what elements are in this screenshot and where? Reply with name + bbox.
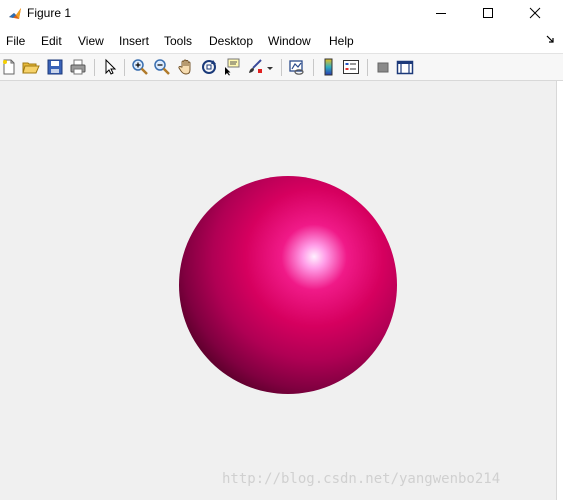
zoom-in-icon[interactable] xyxy=(131,58,149,76)
link-plot-icon[interactable] xyxy=(288,58,306,76)
dock-arrow-icon[interactable] xyxy=(545,34,555,47)
menu-view[interactable]: View xyxy=(77,33,105,49)
sphere-surface[interactable] xyxy=(178,175,398,395)
toolbar-separator xyxy=(124,59,125,76)
toolbar-separator xyxy=(313,59,314,76)
figure-toolbar xyxy=(0,53,563,81)
menu-help[interactable]: Help xyxy=(328,33,355,49)
figure-window: Figure 1 File Edit View Insert Tools Des… xyxy=(0,0,563,500)
menu-window[interactable]: Window xyxy=(267,33,312,49)
menu-desktop[interactable]: Desktop xyxy=(208,33,254,49)
pan-hand-icon[interactable] xyxy=(177,58,195,76)
minimize-icon xyxy=(436,13,446,14)
matlab-icon xyxy=(8,6,22,20)
hide-plot-tools-icon[interactable] xyxy=(374,58,392,76)
menu-edit[interactable]: Edit xyxy=(40,33,63,49)
insert-colorbar-icon[interactable] xyxy=(320,58,338,76)
title-bar[interactable]: Figure 1 xyxy=(0,0,563,26)
open-file-icon[interactable] xyxy=(22,58,40,76)
data-cursor-icon[interactable] xyxy=(223,58,241,76)
save-icon[interactable] xyxy=(46,58,64,76)
watermark-text: http://blog.csdn.net/yangwenbo214 xyxy=(222,471,501,487)
brush-icon[interactable] xyxy=(246,58,264,76)
maximize-button[interactable] xyxy=(465,0,511,26)
edit-plot-pointer-icon[interactable] xyxy=(101,58,119,76)
window-title: Figure 1 xyxy=(27,6,72,20)
print-icon[interactable] xyxy=(69,58,87,76)
toolbar-separator xyxy=(281,59,282,76)
show-plot-tools-icon[interactable] xyxy=(396,58,414,76)
toolbar-separator xyxy=(367,59,368,76)
new-figure-icon[interactable] xyxy=(0,58,18,76)
insert-legend-icon[interactable] xyxy=(342,58,360,76)
toolbar-separator xyxy=(94,59,95,76)
minimize-button[interactable] xyxy=(418,0,464,26)
rotate-3d-icon[interactable] xyxy=(200,58,218,76)
menu-insert[interactable]: Insert xyxy=(118,33,150,49)
menu-tools[interactable]: Tools xyxy=(163,33,193,49)
window-border xyxy=(556,81,563,500)
close-icon xyxy=(529,7,541,19)
maximize-icon xyxy=(483,8,493,18)
close-button[interactable] xyxy=(512,0,558,26)
brush-dropdown-icon[interactable] xyxy=(266,58,274,76)
menu-bar: File Edit View Insert Tools Desktop Wind… xyxy=(0,30,563,52)
zoom-out-icon[interactable] xyxy=(153,58,171,76)
menu-file[interactable]: File xyxy=(5,33,26,49)
